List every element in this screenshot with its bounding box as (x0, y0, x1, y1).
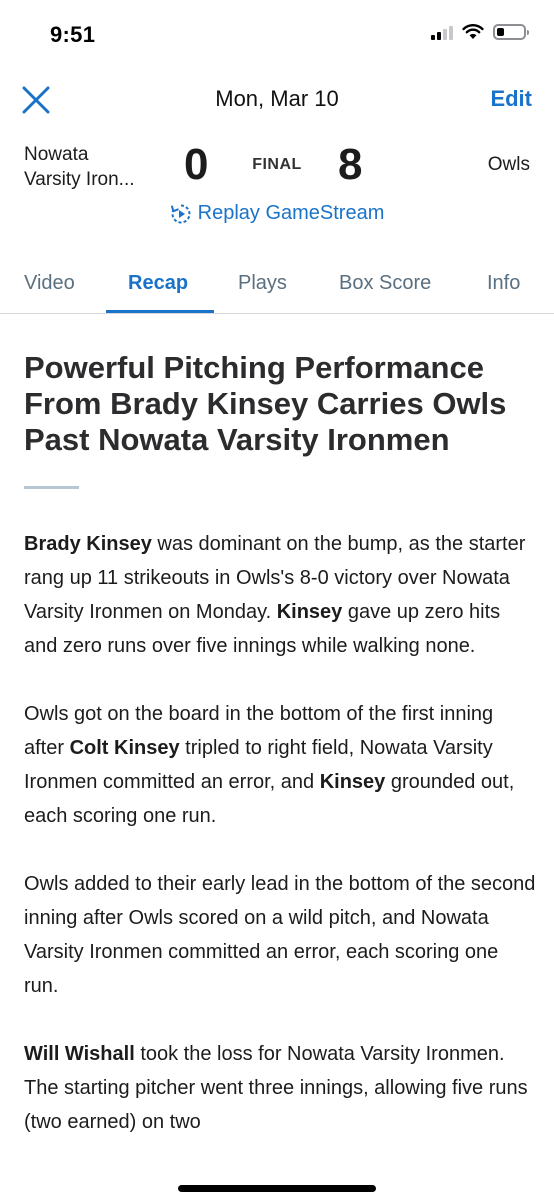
article-paragraph: Will Wishall took the loss for Nowata Va… (24, 1037, 536, 1139)
replay-label: Replay GameStream (197, 202, 385, 224)
player-name: Kinsey (276, 601, 343, 623)
article-paragraph: Owls got on the board in the bottom of t… (24, 697, 536, 833)
player-name: Colt Kinsey (69, 737, 180, 759)
home-indicator (178, 1185, 376, 1192)
home-team-name[interactable]: Owls (488, 154, 530, 176)
article-body: Brady Kinsey was dominant on the bump, a… (24, 527, 536, 1139)
player-name: Brady Kinsey (24, 533, 152, 555)
nav-bar: Mon, Mar 10 Edit (0, 70, 554, 130)
game-status: FINAL (252, 156, 302, 173)
cellular-signal-icon (431, 24, 453, 40)
active-tab-indicator (106, 310, 214, 313)
article-headline: Powerful Pitching Performance From Brady… (24, 350, 507, 457)
status-time: 9:51 (50, 22, 96, 47)
tab-info[interactable]: Info (487, 272, 520, 295)
headline-divider (24, 486, 79, 489)
home-score: 8 (338, 140, 363, 189)
wifi-icon (462, 24, 484, 39)
replay-gamestream-link[interactable]: Replay GameStream (0, 202, 554, 225)
tab-bar: Video Recap Plays Box Score Info (0, 258, 554, 314)
page-title: Mon, Mar 10 (215, 86, 339, 111)
paragraph-text: Owls added to their early lead in the bo… (24, 873, 536, 997)
tab-box-score[interactable]: Box Score (339, 272, 431, 295)
edit-button[interactable]: Edit (490, 86, 532, 112)
tab-video[interactable]: Video (24, 272, 75, 295)
status-bar: 9:51 (0, 0, 554, 70)
tab-recap[interactable]: Recap (128, 272, 188, 295)
player-name: Kinsey (319, 771, 386, 793)
battery-icon (493, 24, 529, 40)
tab-plays[interactable]: Plays (238, 272, 287, 295)
recap-article: Powerful Pitching Performance From Brady… (24, 350, 536, 1139)
player-name: Will Wishall (24, 1043, 135, 1065)
article-paragraph: Brady Kinsey was dominant on the bump, a… (24, 527, 536, 663)
scoreboard: Nowata Varsity Iron... 0 FINAL 8 Owls Re… (0, 138, 554, 238)
article-paragraph: Owls added to their early lead in the bo… (24, 867, 536, 1003)
replay-icon (170, 204, 191, 223)
status-icons (431, 24, 529, 40)
